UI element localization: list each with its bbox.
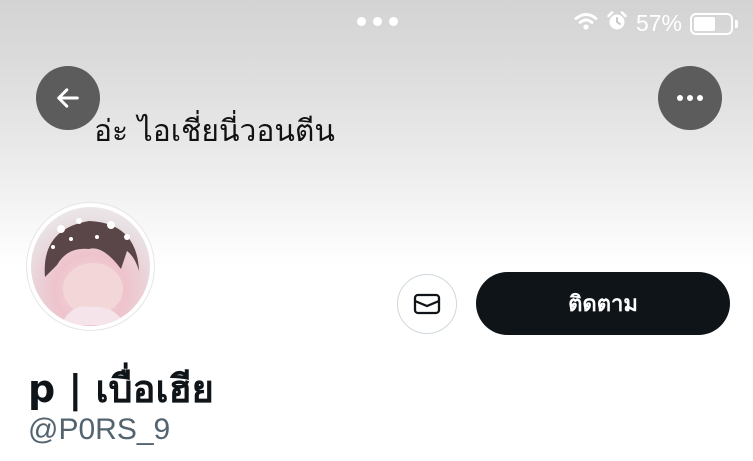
back-button[interactable] <box>36 66 100 130</box>
display-name: p | เบื่อเฮีย <box>28 367 214 411</box>
message-button[interactable] <box>397 274 457 334</box>
alarm-icon <box>606 10 628 37</box>
camera-indicator-dots <box>357 17 398 26</box>
handle: @P0RS_9 <box>28 413 171 446</box>
avatar[interactable] <box>27 203 154 330</box>
envelope-icon <box>413 293 441 315</box>
banner-text: อ่ะ ไอเชี่ยนี่วอนตีน <box>94 114 335 149</box>
more-horizontal-icon <box>677 95 703 101</box>
follow-button[interactable]: ติดตาม <box>476 272 730 335</box>
wifi-icon <box>574 12 598 35</box>
avatar-image <box>31 207 150 326</box>
status-right: 57% <box>574 10 738 37</box>
arrow-left-icon <box>57 88 79 108</box>
battery-percent: 57% <box>635 10 682 36</box>
status-bar: 57% <box>0 0 753 46</box>
more-button[interactable] <box>658 66 722 130</box>
battery-icon <box>690 12 738 35</box>
